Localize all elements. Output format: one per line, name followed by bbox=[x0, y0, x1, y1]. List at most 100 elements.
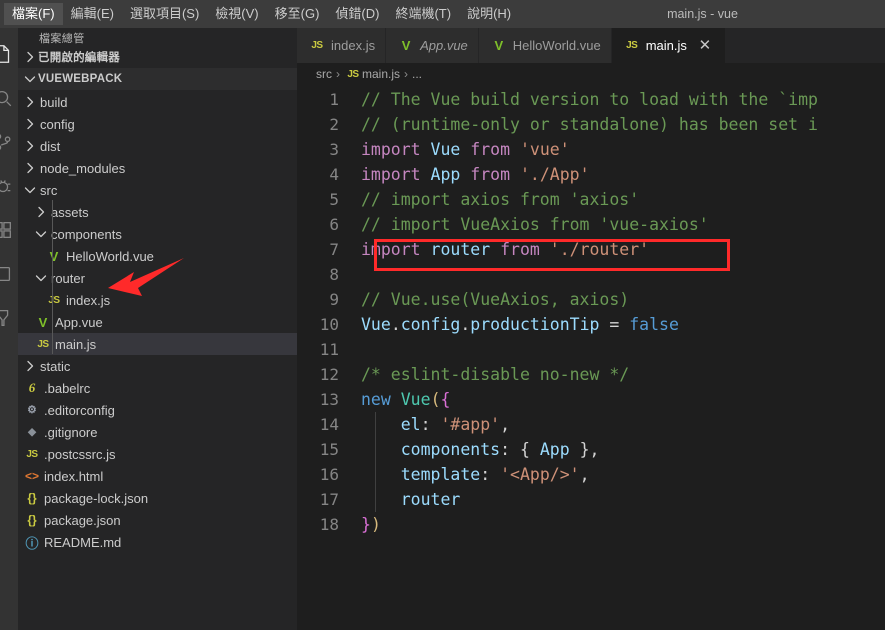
menu-item-7[interactable]: 說明(H) bbox=[459, 3, 519, 25]
tree-item-main-js[interactable]: JS main.js bbox=[18, 333, 297, 355]
code-line-13[interactable]: 13 new Vue({ bbox=[297, 387, 885, 412]
token: , bbox=[500, 415, 511, 434]
file-tree[interactable]: build config dist node_modulessrc assets comp… bbox=[18, 90, 297, 630]
tree-item-label: node_modules bbox=[40, 160, 126, 176]
tab-main-js[interactable]: JS main.js ✕ bbox=[611, 28, 726, 63]
menu-item-3[interactable]: 檢視(V) bbox=[207, 3, 266, 25]
tree-item--editorconfig[interactable]: ⚙ .editorconfig bbox=[18, 399, 297, 421]
tree-item-router[interactable]: router bbox=[18, 267, 297, 289]
js-file-icon: JS bbox=[37, 338, 49, 350]
menu-item-5[interactable]: 偵錯(D) bbox=[327, 3, 387, 25]
code-line-10[interactable]: 10 Vue.config.productionTip = false bbox=[297, 312, 885, 337]
code-line-12[interactable]: 12 /* eslint-disable no-new */ bbox=[297, 362, 885, 387]
tab-index-js[interactable]: JS index.js bbox=[297, 28, 387, 63]
activity-bar[interactable] bbox=[0, 28, 18, 630]
tree-item-label: .editorconfig bbox=[44, 402, 115, 418]
sidebar-section-label: 已開啟的編輯器 bbox=[38, 52, 120, 64]
tree-item-helloworld-vue[interactable]: V HelloWorld.vue bbox=[18, 245, 297, 267]
line-number: 9 bbox=[329, 290, 339, 309]
menu-item-2[interactable]: 選取項目(S) bbox=[122, 3, 207, 25]
menu-item-6[interactable]: 終端機(T) bbox=[387, 3, 459, 25]
tree-item-src[interactable]: src bbox=[18, 179, 297, 201]
sidebar-section-open-editors[interactable]: 已開啟的編輯器 bbox=[18, 46, 297, 68]
tree-item-dist[interactable]: dist bbox=[18, 135, 297, 157]
tree-item-index-js[interactable]: JS index.js bbox=[18, 289, 297, 311]
breadcrumb-label: ... bbox=[412, 67, 423, 81]
source-control-icon[interactable] bbox=[0, 120, 18, 164]
menu-item-1[interactable]: 編輯(E) bbox=[63, 3, 122, 25]
tab-app-vue[interactable]: V App.vue bbox=[386, 28, 479, 63]
line-number: 13 bbox=[319, 390, 339, 409]
code-line-16[interactable]: 16 template: '<App/>', bbox=[297, 462, 885, 487]
test-icon[interactable] bbox=[0, 296, 18, 340]
tree-item-node-modules[interactable]: node_modules bbox=[18, 157, 297, 179]
breadcrumb[interactable]: src › JS main.js ›... bbox=[297, 63, 885, 85]
tree-item-index-html[interactable]: <> index.html bbox=[18, 465, 297, 487]
code-line-9[interactable]: 9 // Vue.use(VueAxios, axios) bbox=[297, 287, 885, 312]
breadcrumb-item-0[interactable]: src bbox=[316, 67, 332, 81]
code-editor[interactable]: 1 // The Vue build version to load with t… bbox=[297, 85, 885, 630]
tree-item--gitignore[interactable]: ◆ .gitignore bbox=[18, 421, 297, 443]
code-line-8[interactable]: 8 bbox=[297, 262, 885, 287]
line-number: 12 bbox=[319, 365, 339, 384]
search-icon[interactable] bbox=[0, 76, 18, 120]
token: App bbox=[539, 440, 570, 459]
token: ) bbox=[370, 515, 381, 534]
chevron-right-icon bbox=[22, 160, 38, 176]
menu-bar[interactable]: 檔案(F) 編輯(E) 選取項目(S) 檢視(V) 移至(G) 偵錯(D) 終端機(T) 說明… bbox=[0, 0, 519, 28]
tree-item-readme-md[interactable]: ⓘ README.md bbox=[18, 531, 297, 553]
line-number: 2 bbox=[329, 115, 339, 134]
sidebar-section-project[interactable]: VUEWEBPACK bbox=[18, 68, 297, 90]
token: App bbox=[430, 165, 461, 184]
debug-icon[interactable] bbox=[0, 164, 18, 208]
token: : { bbox=[500, 440, 540, 459]
line-number: 16 bbox=[319, 465, 339, 484]
close-icon[interactable]: ✕ bbox=[695, 36, 715, 56]
editor-tabs[interactable]: JS index.js V App.vue V HelloWorld.vue JS main.… bbox=[297, 28, 885, 63]
code-line-18[interactable]: 18}) bbox=[297, 512, 885, 537]
code-line-17[interactable]: 17 router bbox=[297, 487, 885, 512]
code-line-15[interactable]: 15 components: { App }, bbox=[297, 437, 885, 462]
explorer-icon[interactable] bbox=[0, 32, 18, 76]
menu-item-0[interactable]: 檔案(F) bbox=[4, 3, 63, 25]
code-line-6[interactable]: 6 // import VueAxios from 'vue-axios' bbox=[297, 212, 885, 237]
js-file-icon: JS bbox=[347, 68, 359, 80]
code-line-text: // import axios from 'axios' bbox=[361, 190, 639, 209]
code-line-7[interactable]: 7 import router from './router' bbox=[297, 237, 885, 262]
tree-item--postcssrc-js[interactable]: JS .postcssrc.js bbox=[18, 443, 297, 465]
extensions-icon[interactable] bbox=[0, 208, 18, 252]
tree-item-app-vue[interactable]: V App.vue bbox=[18, 311, 297, 333]
chevron-right-icon bbox=[22, 138, 38, 154]
tree-item-config[interactable]: config bbox=[18, 113, 297, 135]
tree-item-static[interactable]: static bbox=[18, 355, 297, 377]
tab-helloworld-vue[interactable]: V HelloWorld.vue bbox=[478, 28, 612, 63]
code-line-5[interactable]: 5 // import axios from 'axios' bbox=[297, 187, 885, 212]
tree-item-assets[interactable]: assets bbox=[18, 201, 297, 223]
token: import bbox=[361, 140, 431, 159]
code-line-1[interactable]: 1 // The Vue build version to load with t… bbox=[297, 87, 885, 112]
chevron-right-icon bbox=[22, 49, 38, 65]
tree-item--babelrc[interactable]: 6 .babelrc bbox=[18, 377, 297, 399]
tree-item-components[interactable]: components bbox=[18, 223, 297, 245]
token: // Vue.use(VueAxios, axios) bbox=[361, 290, 630, 309]
tree-item-build[interactable]: build bbox=[18, 91, 297, 113]
token: new bbox=[361, 390, 401, 409]
breadcrumb-item-1[interactable]: JS main.js bbox=[344, 63, 400, 85]
code-line-4[interactable]: 4 import App from './App' bbox=[297, 162, 885, 187]
gear-icon: ⚙ bbox=[27, 404, 37, 416]
code-line-14[interactable]: 14 el: '#app', bbox=[297, 412, 885, 437]
workbench-body: 檔案總管 已開啟的編輯器 VUEWEBPACK build config dist no… bbox=[0, 28, 885, 630]
breadcrumb-item-2[interactable]: ... bbox=[412, 67, 422, 81]
code-line-3[interactable]: 3 import Vue from 'vue' bbox=[297, 137, 885, 162]
tree-item-package-json[interactable]: {} package.json bbox=[18, 509, 297, 531]
code-line-11[interactable]: 11 bbox=[297, 337, 885, 362]
sidebar-section-label: VUEWEBPACK bbox=[38, 73, 123, 85]
breadcrumb-separator: › bbox=[404, 67, 409, 81]
tree-item-package-lock-json[interactable]: {} package-lock.json bbox=[18, 487, 297, 509]
sidebar-sections: 已開啟的編輯器 VUEWEBPACK bbox=[18, 46, 297, 90]
menu-item-4[interactable]: 移至(G) bbox=[267, 3, 328, 25]
code-line-2[interactable]: 2 // (runtime-only or standalone) has bee… bbox=[297, 112, 885, 137]
remote-icon[interactable] bbox=[0, 252, 18, 296]
